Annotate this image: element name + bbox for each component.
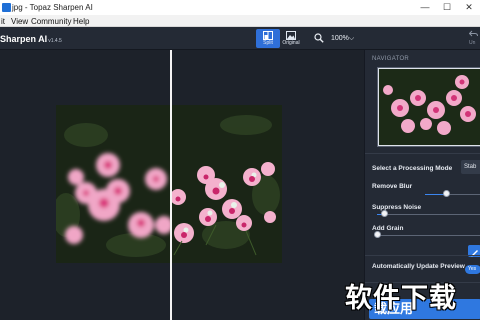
add-grain-slider[interactable] xyxy=(377,235,480,236)
menu-community[interactable]: Community xyxy=(31,17,71,26)
close-button[interactable]: ✕ xyxy=(458,0,480,15)
window-title-bar: jpg - Topaz Sharpen AI — ☐ ✕ xyxy=(0,0,480,15)
app-brand: Sharpen AIv1.4.5 xyxy=(0,34,62,44)
app-toolbar: Sharpen AIv1.4.5 Split Original 100%⌵ Un xyxy=(0,27,480,50)
suppress-noise-knob[interactable] xyxy=(380,210,388,217)
image-canvas[interactable] xyxy=(0,50,364,320)
window-title: jpg - Topaz Sharpen AI xyxy=(12,3,93,12)
pencil-icon xyxy=(471,250,478,257)
undo-button[interactable]: Un xyxy=(468,30,480,47)
zoom-level-value: 100% xyxy=(331,35,349,42)
original-view-label: Original xyxy=(282,40,300,46)
navigator-title: NAVIGATOR xyxy=(372,56,410,62)
divider xyxy=(365,153,480,154)
original-view-button[interactable]: Original xyxy=(279,29,303,48)
app-name: Sharpen AI xyxy=(0,34,48,44)
suppress-noise-label: Suppress Noise xyxy=(372,204,422,211)
processing-mode-stabilize-button[interactable]: Stab xyxy=(461,160,480,174)
azalea-photo xyxy=(56,105,282,263)
magnifier-icon[interactable] xyxy=(314,33,324,43)
flower-image xyxy=(56,105,282,263)
split-view-button[interactable]: Split xyxy=(256,29,280,48)
app-version: v1.4.5 xyxy=(48,38,62,44)
image-icon xyxy=(286,31,296,40)
remove-blur-label: Remove Blur xyxy=(372,183,413,190)
undo-icon xyxy=(468,30,478,37)
split-view-icon xyxy=(263,31,273,40)
divider xyxy=(365,255,480,256)
maximize-button[interactable]: ☐ xyxy=(436,0,458,15)
navigator-thumbnail[interactable] xyxy=(377,67,480,147)
remove-blur-knob[interactable] xyxy=(442,190,450,197)
auto-update-toggle[interactable]: Yes xyxy=(465,265,480,274)
undo-label: Un xyxy=(469,40,476,46)
menu-edit[interactable]: it xyxy=(1,17,5,26)
split-view-label: Split xyxy=(263,40,273,46)
zoom-level-dropdown[interactable]: 100%⌵ xyxy=(331,35,354,43)
menu-view[interactable]: View xyxy=(11,17,28,26)
menu-help[interactable]: Help xyxy=(73,17,89,26)
split-divider-handle[interactable] xyxy=(170,50,172,320)
watermark: 软件下载 xyxy=(345,283,457,313)
chevron-down-icon: ⌵ xyxy=(348,35,355,42)
auto-update-label: Automatically Update Preview xyxy=(372,263,465,270)
minimize-button[interactable]: — xyxy=(414,0,436,15)
suppress-noise-slider[interactable] xyxy=(377,214,480,215)
menu-bar: it View Community Help xyxy=(0,15,480,27)
navigator-viewport-box[interactable] xyxy=(378,68,480,146)
app-logo-icon xyxy=(2,3,11,12)
add-grain-knob[interactable] xyxy=(373,231,381,238)
processing-mode-label: Select a Processing Mode xyxy=(372,165,453,172)
